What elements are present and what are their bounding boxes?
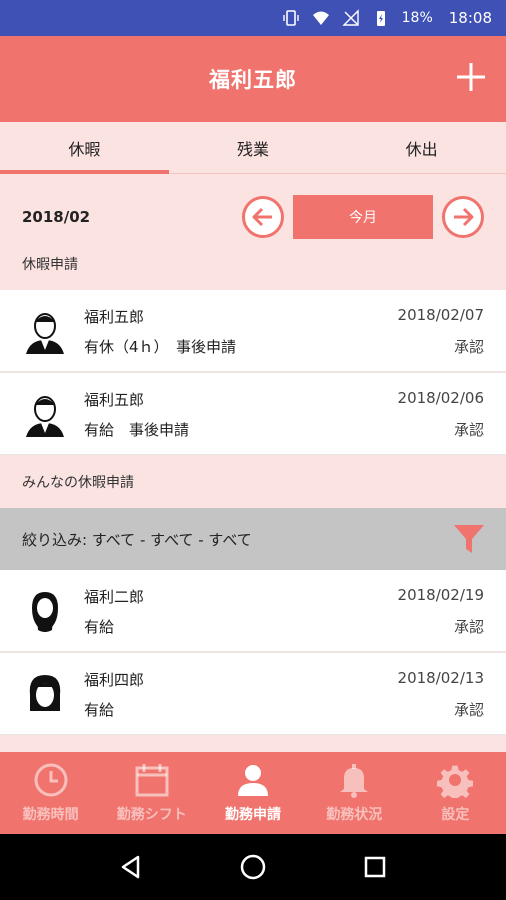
tab-holiday-work[interactable]: 休出 [337, 122, 506, 173]
tab-bar: 休暇 残業 休出 [0, 122, 506, 174]
filter-bar[interactable]: 絞り込み: すべて - すべて - すべて [0, 508, 506, 570]
filter-label: 絞り込み: すべて - すべて - すべて [22, 530, 252, 549]
person-icon [238, 765, 268, 796]
avatar [22, 308, 68, 354]
page-title: 福利五郎 [209, 68, 297, 92]
request-type: 有休（4ｈ） 事後申請 [84, 338, 237, 356]
arrow-right-icon [454, 207, 474, 227]
request-type: 有給 [84, 618, 115, 636]
status-bar: 18% 18:08 [0, 0, 506, 36]
vibrate-icon [282, 9, 300, 27]
nav-label: 設定 [441, 807, 470, 823]
nav-label: 勤務状況 [326, 807, 383, 823]
month-navigation: 2018/02 今月 [0, 174, 506, 258]
list-item[interactable]: 福利二郎 有給 2018/02/19 承認 [0, 570, 506, 652]
list-item[interactable]: 福利五郎 有休（4ｈ） 事後申請 2018/02/07 承認 [0, 290, 506, 372]
request-date: 2018/02/06 [397, 389, 484, 407]
request-date: 2018/02/19 [397, 586, 484, 604]
avatar [22, 588, 68, 634]
section-header-everyone-requests: みんなの休暇申請 [22, 475, 134, 491]
clock-icon [34, 763, 68, 797]
request-date: 2018/02/13 [397, 669, 484, 687]
avatar [22, 671, 68, 717]
nav-settings[interactable]: 設定 [405, 752, 506, 834]
request-type: 有給 事後申請 [84, 421, 190, 439]
nav-work-status[interactable]: 勤務状況 [304, 752, 405, 834]
nav-work-hours[interactable]: 勤務時間 [0, 752, 101, 834]
applicant-name: 福利四郎 [84, 671, 145, 689]
app-bar: 福利五郎 [0, 36, 506, 122]
applicant-name: 福利五郎 [84, 391, 145, 409]
calendar-icon [135, 764, 169, 797]
back-icon[interactable] [116, 852, 146, 882]
previous-month-button[interactable] [242, 196, 284, 238]
add-icon[interactable] [454, 60, 488, 94]
applicant-name: 福利二郎 [84, 588, 145, 606]
nav-label: 勤務申請 [225, 807, 281, 823]
request-date: 2018/02/07 [397, 306, 484, 324]
recent-apps-icon[interactable] [360, 852, 390, 882]
list-item[interactable]: 福利五郎 有給 事後申請 2018/02/06 承認 [0, 373, 506, 455]
status-badge: 承認 [453, 421, 484, 439]
filter-icon[interactable] [452, 522, 486, 556]
status-badge: 承認 [453, 701, 484, 719]
list-item[interactable]: 福利四郎 有給 2018/02/13 承認 [0, 653, 506, 735]
nav-label: 勤務時間 [22, 807, 79, 823]
status-badge: 承認 [453, 338, 484, 356]
nav-label: 勤務シフト [116, 807, 187, 823]
bottom-navigation: 勤務時間 勤務シフト 勤務申請 勤務状況 設定 [0, 752, 506, 834]
this-month-button[interactable]: 今月 [293, 195, 433, 239]
system-navigation-bar [0, 834, 506, 900]
applicant-name: 福利五郎 [84, 308, 145, 326]
clock-time: 18:08 [448, 9, 492, 27]
request-type: 有給 [84, 701, 115, 719]
section-header-my-requests: 休暇申請 [22, 257, 78, 273]
next-month-button[interactable] [442, 196, 484, 238]
nav-work-request[interactable]: 勤務申請 [202, 752, 303, 834]
battery-charging-icon [372, 9, 390, 27]
status-badge: 承認 [453, 618, 484, 636]
nav-work-shift[interactable]: 勤務シフト [101, 752, 202, 834]
arrow-left-icon [252, 207, 272, 227]
bell-icon [340, 764, 369, 798]
avatar [22, 391, 68, 437]
battery-percent: 18% [401, 10, 433, 26]
tab-overtime[interactable]: 残業 [169, 122, 338, 173]
tab-vacation[interactable]: 休暇 [0, 122, 169, 174]
year-month-label: 2018/02 [22, 208, 91, 226]
no-signal-icon [341, 9, 360, 27]
gear-icon [437, 765, 474, 798]
wifi-icon [312, 9, 330, 27]
home-icon[interactable] [238, 852, 268, 882]
